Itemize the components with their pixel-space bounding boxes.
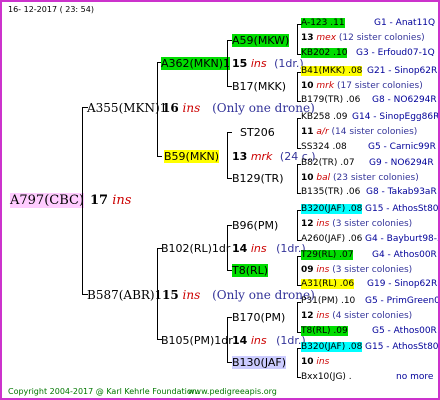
gen4-sisters: 12 ins (4 sister colonies) [301, 311, 413, 321]
gen4-sisters: 09 ins (3 sister colonies) [301, 265, 413, 275]
gen4-info: G15 - AthosSt80R [365, 342, 440, 352]
gen2-stats: 14 ins (1dr.) [232, 334, 306, 347]
gen3-t8[interactable]: T8(RL) [232, 264, 269, 277]
gen3-b17[interactable]: B17(MKK) [232, 81, 286, 92]
gen1-stats: 16 ins (Only one drone) [162, 101, 315, 115]
gen4-row[interactable]: Bxx10(JG) . [301, 373, 352, 382]
gen4-info: G19 - Sinop62R [367, 279, 438, 289]
gen1-code: A355(MKN)1 [87, 101, 168, 115]
gen4-row[interactable]: B179(TR) .06 [301, 96, 360, 105]
gen4-sisters: 10 mrk (17 sister colonies) [301, 81, 423, 91]
gen3-b96[interactable]: B96(PM) [232, 220, 278, 231]
gen4-sisters: 11 a/r (14 sister colonies) [301, 127, 418, 137]
gen4-info: G1 - Anat11Q [374, 18, 436, 28]
gen1-code: B587(ABR)1 [87, 288, 163, 302]
gen3-b130[interactable]: B130(JAF) [232, 356, 287, 369]
site-link[interactable]: www.pedigreeapis.org [188, 388, 277, 396]
dam-line-b587[interactable]: B587(ABR)1 [87, 289, 162, 301]
gen4-info: G5 - Athos00R [372, 326, 437, 336]
gen2-b59[interactable]: B59(MKN) [164, 150, 220, 163]
gen4-sisters: 12 ins (3 sister colonies) [301, 219, 413, 229]
pedigree-frame: 16- 12-2017 ( 23: 54) A797(CBC) 17 ins A… [0, 0, 440, 400]
gen4-row[interactable]: SS324 .08 [301, 143, 347, 152]
gen1-stats: 15 ins (Only one drone) [162, 288, 315, 302]
gen4-row[interactable]: A260(JAF) .06 [301, 235, 362, 244]
gen3-b129[interactable]: B129(TR) [232, 173, 284, 184]
gen4-info: G15 - AthosSt80R [365, 204, 440, 214]
copyright-text: Copyright 2004-2017 @ Karl Kehrle Founda… [8, 387, 200, 396]
gen4-info: G4 - Athos00R [372, 250, 437, 260]
gen4-row[interactable]: A-123 .11 [301, 18, 345, 28]
root-num: 17 [90, 193, 109, 208]
gen4-info: G5 - Carnic99R [368, 142, 436, 152]
gen4-row[interactable]: KB258 .09 [301, 113, 347, 122]
gen4-info: G5 - PrimGreen00 [365, 296, 440, 306]
gen4-row[interactable]: T8(RL) .09 [301, 326, 348, 336]
gen2-stats: 14 ins (1dr.) [232, 242, 306, 255]
gen4-info: G21 - Sinop62R [367, 66, 438, 76]
gen4-info: G4 - Bayburt98-3 [365, 234, 440, 244]
gen3-st206[interactable]: ST206 [240, 127, 275, 138]
gen4-info: G8 - Takab93aR [366, 187, 437, 197]
gen4-row[interactable]: B82(TR) .07 [301, 159, 355, 168]
timestamp: 16- 12-2017 ( 23: 54) [8, 5, 94, 14]
gen4-sisters: 10 ins [301, 357, 330, 367]
gen4-info: G14 - SinopEgg86R [352, 112, 440, 122]
root-code: A797(CBC) [10, 193, 85, 208]
gen2-b105[interactable]: B105(PM)1dr [161, 335, 233, 346]
gen2-b102[interactable]: B102(RL)1dr [161, 243, 230, 254]
gen4-info: G9 - NO6294R [369, 158, 434, 168]
gen4-info: G3 - Erfoud07-1Q [356, 48, 435, 58]
gen4-info: G8 - NO6294R [372, 95, 437, 105]
gen4-row[interactable]: B320(JAF) .08 [301, 342, 363, 352]
gen4-row[interactable]: B320(JAF) .08 [301, 204, 363, 214]
gen3-a59[interactable]: A59(MKW) [232, 34, 290, 47]
gen2-stats: 15 ins (1dr.) [232, 57, 304, 70]
gen4-row[interactable]: B135(TR) .06 [301, 188, 360, 197]
gen4-info: no more [396, 372, 434, 382]
gen4-row[interactable]: P31(PM) .10 [301, 297, 355, 306]
gen4-row[interactable]: A31(RL) .06 [301, 279, 355, 289]
gen4-row[interactable]: B41(MKK) .08 [301, 66, 363, 76]
gen4-row[interactable]: T29(RL) .07 [301, 250, 354, 260]
root-stats: 17 ins [90, 194, 131, 207]
sire-line-a355[interactable]: A355(MKN)1 [87, 102, 167, 114]
root-queen[interactable]: A797(CBC) [10, 193, 85, 208]
root-suffix: ins [112, 193, 132, 208]
gen4-sisters: 10 bal (23 sister colonies) [301, 173, 419, 183]
gen4-sisters: 13 mex (12 sister colonies) [301, 33, 425, 43]
gen2-a362[interactable]: A362(MKN)1 [161, 57, 231, 70]
gen3-b170[interactable]: B170(PM) [232, 312, 285, 323]
gen4-row[interactable]: KB202 .10 [301, 48, 348, 58]
